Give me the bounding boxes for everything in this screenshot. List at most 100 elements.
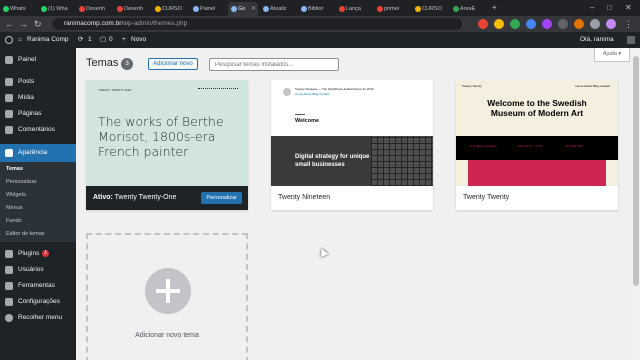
extension-icon[interactable] [526,19,536,29]
new-tab-button[interactable]: + [492,2,497,14]
extension-icon[interactable] [558,19,568,29]
tab-label: CURSO [422,6,442,12]
wordpress-logo-icon[interactable] [5,36,13,44]
submenu-menus[interactable]: Menus [6,203,23,213]
browser-tab[interactable]: AreaE [450,2,487,16]
whatsapp-icon [41,6,47,12]
browser-tab[interactable]: Desenh [114,2,151,16]
back-icon[interactable]: ← [5,18,14,30]
theme-preview-nav: Home About Blog Contact [295,92,330,96]
theme-card-twenty-twenty-one[interactable]: TWENTY TWENTY-ONE The works of Berthe Mo… [86,80,248,210]
tab-label: Desenh [124,6,143,12]
extension-icon[interactable] [478,19,488,29]
browser-tab[interactable]: CURSO [152,2,189,16]
wp-admin-bar: ⌂ Ranima Comp ⟳ 1 ▢ 0 + Novo Olá, ranima [0,32,640,48]
add-new-theme-card[interactable]: Adicionar novo tema [86,233,248,360]
profile-avatar[interactable] [606,19,616,29]
theme-preview-headline: Welcome to the Swedish Museum of Modern … [487,98,587,118]
page-scrollbar[interactable] [632,48,640,360]
browser-tab-active[interactable]: Ge ✕ [228,2,258,16]
submenu-personalizar[interactable]: Personalizar [6,177,37,187]
comments-count[interactable]: 0 [109,32,113,48]
sidebar-item-posts[interactable]: Posts [0,74,76,90]
close-window-icon[interactable]: ✕ [625,2,632,14]
submenu-widgets[interactable]: Widgets [6,190,26,200]
user-greeting[interactable]: Olá, ranima [580,32,614,48]
browser-tab[interactable]: Desenh [76,2,113,16]
reload-icon[interactable]: ↻ [34,18,42,30]
media-icon [5,94,13,102]
submenu-editor-de-temas[interactable]: Editor de temas [6,229,45,239]
extension-icon[interactable] [510,19,520,29]
sidebar-item-ferramentas[interactable]: Ferramentas [0,278,76,294]
sidebar-item-paginas[interactable]: Páginas [0,106,76,122]
close-tab-icon[interactable]: ✕ [251,2,256,16]
sidebar-item-aparencia[interactable]: Aparência [0,144,76,162]
theme-preview-info: Price $20 / $18 [566,145,583,148]
theme-card-twenty-nineteen[interactable]: Twenty Nineteen — The WordPress default … [271,80,433,210]
tab-label: CURSO [162,6,182,12]
forward-icon[interactable]: → [19,18,28,30]
tab-label: Whats [10,6,26,12]
site-name-link[interactable]: Ranima Comp [27,32,69,48]
theme-screenshot[interactable]: Twenty Twenty Home About Blog Contact We… [456,80,618,186]
comment-icon[interactable]: ▢ [100,32,106,48]
menu-icon[interactable]: ⋮ [624,18,633,30]
plus-icon[interactable]: + [122,32,126,48]
main-content: Temas 3 Adicionar novo Ajuda ▾ TWENTY TW… [76,48,640,360]
browser-tab[interactable]: Atualiz [260,2,297,16]
sidebar-item-label: Posts [18,78,35,85]
sidebar-item-usuarios[interactable]: Usuários [0,262,76,278]
extension-icon[interactable] [574,19,584,29]
collapse-menu-button[interactable]: Recolher menu [0,310,76,326]
minimize-icon[interactable]: – [590,2,594,14]
submenu-fundo[interactable]: Fundo [6,216,22,226]
add-new-theme-label[interactable]: Adicionar novo tema [88,332,246,339]
sidebar-item-midia[interactable]: Mídia [0,90,76,106]
plus-icon[interactable] [145,268,191,314]
updates-count[interactable]: 1 [88,32,92,48]
favicon-icon [415,6,421,12]
theme-screenshot[interactable]: Twenty Nineteen — The WordPress default … [271,80,433,186]
help-tab-button[interactable]: Ajuda ▾ [594,48,630,62]
browser-tab[interactable]: primei [374,2,411,16]
home-icon: ⌂ [18,36,22,43]
extension-icon[interactable] [542,19,552,29]
address-bar[interactable]: ranimacomp.com.br/wp-admin/themes.php [52,18,462,30]
extension-icon[interactable] [494,19,504,29]
page-icon [5,110,13,118]
favicon-icon [339,6,345,12]
browser-tab[interactable]: Lança [336,2,373,16]
sidebar-item-configuracoes[interactable]: Configurações [0,294,76,310]
plug-icon [5,250,13,258]
submenu-temas[interactable]: Temas [6,164,23,174]
browser-toolbar: ← → ↻ ranimacomp.com.br/wp-admin/themes.… [0,16,640,32]
sidebar-item-plugins[interactable]: Plugins 1 [0,246,76,262]
browser-tab[interactable]: (1) Wha [38,2,75,16]
browser-tab[interactable]: Bibliot [298,2,335,16]
browser-tab[interactable]: Whats [0,2,37,16]
sidebar-item-comentarios[interactable]: Comentários [0,122,76,138]
browser-tab[interactable]: CURSO [412,2,449,16]
brush-icon [5,149,13,157]
maximize-icon[interactable]: □ [607,2,612,14]
puzzle-icon[interactable] [590,19,600,29]
sidebar-item-painel[interactable]: Painel [0,52,76,68]
sidebar-item-label: Comentários [18,126,55,133]
updates-icon[interactable]: ⟳ [78,32,83,48]
wordpress-icon [263,6,269,12]
new-content-link[interactable]: Novo [131,32,146,48]
user-avatar[interactable] [627,36,635,44]
theme-card-twenty-twenty[interactable]: Twenty Twenty Home About Blog Contact We… [456,80,618,210]
scrollbar-thumb[interactable] [633,56,639,286]
tab-label: AreaE [460,6,476,12]
theme-screenshot[interactable]: TWENTY TWENTY-ONE The works of Berthe Mo… [86,80,248,186]
url-host: ranimacomp.com.br [64,20,122,27]
plugins-update-badge: 1 [42,249,50,257]
search-themes-input[interactable] [209,58,339,71]
browser-tab[interactable]: Painel [190,2,227,16]
customize-button[interactable]: Personalizar [201,192,242,204]
theme-preview-site-title: Twenty Twenty [462,84,482,88]
screen: Whats (1) Wha Desenh Desenh CURSO Painel… [0,0,640,360]
add-new-theme-button[interactable]: Adicionar novo [148,58,198,70]
